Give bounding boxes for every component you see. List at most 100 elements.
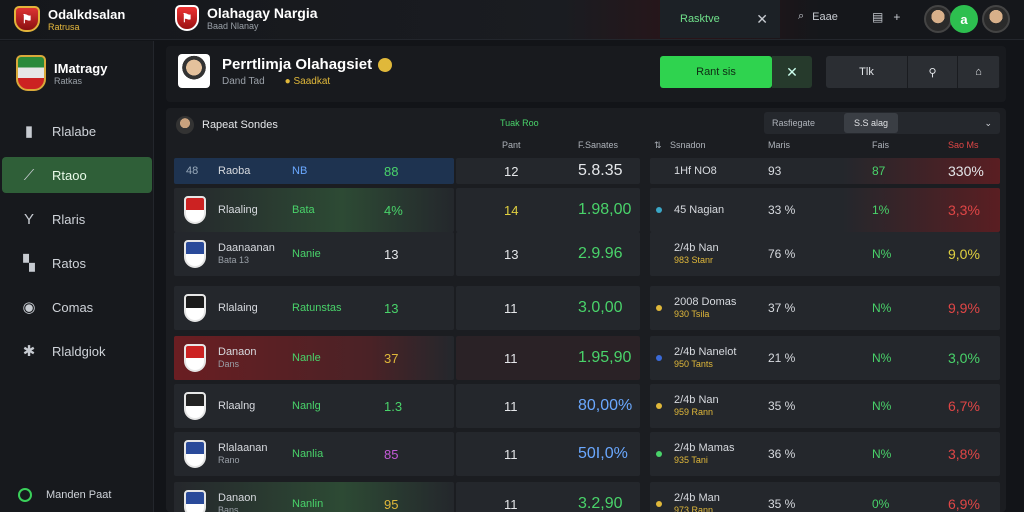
table-row[interactable]: Rlaalng Nanlg 1.3 11 80,00% 2/4b Nan 959 Rann 3… [166,384,1006,428]
row-r-name: 45 Nagian [674,204,725,216]
row-name: Danaon [218,346,257,358]
shirt-icon[interactable]: ⌂ [958,56,1000,88]
player-name: Perrtlimja Olahagsiet [222,56,373,73]
search-label: Eaae [812,10,838,23]
table-row[interactable]: Rlalaing Ratunstas 13 11 3.0,00 2008 Domas 930… [166,286,1006,330]
add-icon[interactable]: + [893,10,900,24]
row-r-pct: 9,9% [948,300,980,316]
owner-avatar [176,116,194,134]
header-pct: Sao Ms [948,140,979,150]
row-r-value: 76 % [768,247,796,261]
sidebar: IMatragy Ratkas ▮ Rlalabe ⟋ Rtaoo Y Rlaris ▚ Ra… [0,41,154,512]
row-value: 3.0,00 [578,299,623,316]
header-r-value: Maris [768,140,790,150]
row-r-value: 35 % [768,497,796,511]
row-value: 2.9.96 [578,245,623,262]
team-sub: Ratkas [54,75,83,86]
primary-action-button[interactable]: Rant sis [660,56,772,88]
row-r-mid: 0% [872,497,890,511]
row-r-pct: 3,8% [948,446,980,462]
table-row[interactable]: Daanaanan Bata 13 Nanie 13 13 2.9.96 2/4b Nan 9… [166,232,1006,276]
team-crest-icon [16,55,46,91]
club-crest-icon [184,490,206,512]
avatar-user[interactable] [982,5,1010,33]
status-dot-icon [656,355,662,361]
sidebar-item-label: Rtaoo [52,167,87,183]
club-crest-icon [184,294,206,322]
row-name: Rlaalng [218,400,256,412]
sidebar-item-label: Ratos [52,255,86,271]
row-value: 80,00% [578,397,633,414]
row-r-sub: 983 Stanr [674,255,714,265]
stats-table: Rapeat Sondes Tuak Roo Rasfiegate S.S al… [166,108,1006,512]
player-title: Perrtlimja Olahagsiet [222,56,393,73]
row-pos: 11 [504,398,518,414]
header-pos: Pant [502,140,521,150]
app-title: Olahagay Nargia [207,5,318,21]
filter-value[interactable]: S.S alag [844,113,899,133]
sidebar-item[interactable]: ▮ Rlalabe [2,113,152,149]
avatar-initial[interactable]: a [950,5,978,33]
club-crest-icon [184,392,206,420]
club-crest-icon: ⚑ [175,5,199,31]
avatar[interactable] [924,5,952,33]
row-number: 48 [186,165,199,177]
header-mid: Fais [872,140,890,150]
sidebar-item-label: Rlalabe [52,123,97,139]
table-row[interactable]: Rlalaanan Rano Nanlia 85 11 50I,0% 2/4b Mamas 9… [166,432,1006,476]
row-value: 50I,0% [578,445,628,462]
search-button[interactable]: ⌕ Eaae [798,10,838,23]
brand-subtitle: Ratrusa [48,21,80,32]
sidebar-nav: ▮ Rlalabe ⟋ Rtaoo Y Rlaris ▚ Ratos ◉ Comas ✱ Rlaldg… [0,113,154,377]
bar-chart-icon: ▮ [24,123,34,140]
row-role: Nanlg [292,400,321,412]
status-dot-icon [656,207,662,213]
row-r-sub: 959 Rann [674,407,714,417]
filter-label: Rasfiegate [772,118,816,128]
brand[interactable]: ⚑ Odalkdsalan Ratrusa [14,6,125,32]
table-row[interactable]: Danaon Bans Nanlin 95 11 3.2,90 2/4b Man 973 Ra… [166,482,1006,512]
row-name: Rlalaanan [218,442,268,454]
sidebar-item[interactable]: ✱ Rlaldgiok [2,333,152,369]
row-r-mid: N% [872,351,892,365]
header-name: Ssnadon [670,140,706,150]
row-r-pct: 330% [948,163,984,179]
row-name: Daanaanan [218,242,275,254]
close-icon[interactable]: ✕ [772,56,812,88]
owner-name: Rapeat Sondes [202,119,278,131]
sort-icon[interactable]: ⇅ [654,140,662,158]
tab-active[interactable]: Rasktve ✕ [660,0,780,38]
row-role: NB [292,165,308,177]
row-r-value: 93 [768,164,782,178]
status-dot-icon [656,451,662,457]
row-r-pct: 9,0% [948,246,980,262]
sidebar-footer[interactable]: Manden Paat [18,488,111,502]
table-row[interactable]: 48 Raoba NB 88 12 5.8.35 1Hf NO8 93 87 330% [166,158,1006,184]
trend-icon: ⟋ [23,166,35,184]
team-card[interactable]: IMatragy Ratkas [16,55,107,91]
share-icon[interactable]: ⚲ [908,56,958,88]
filter-dropdown[interactable]: Rasfiegate S.S alag ⌄ [764,112,1000,134]
sidebar-item[interactable]: ⟋ Rtaoo [2,157,152,193]
row-score: 1.3 [384,398,403,414]
sidebar-item[interactable]: ◉ Comas [2,289,152,325]
sidebar-item[interactable]: Y Rlaris [2,201,152,237]
player-header: Perrtlimja Olahagsiet Dand Tad ● Saadkat… [166,46,1006,102]
sidebar-item[interactable]: ▚ Ratos [2,245,152,281]
header-value: F.Sanates [578,140,619,150]
table-row[interactable]: Danaon Dans Nanle 37 11 1.95,90 2/4b Nanelot 95… [166,336,1006,380]
table-row[interactable]: Rlaaling Bata 4% 14 1.98,00 45 Nagian 33 % 1% 3,… [166,188,1006,232]
document-icon[interactable]: ▤ [872,10,883,24]
row-r-mid: N% [872,447,892,461]
secondary-button[interactable]: Tlk [826,56,908,88]
row-r-name: 2/4b Mamas [674,442,735,454]
pin-icon[interactable]: ✕ [756,11,768,28]
app-subtitle: Baad Nlanay [207,21,259,31]
row-r-mid: 1% [872,203,890,217]
row-sub: Bans [218,505,239,512]
status-dot-icon [656,501,662,507]
club-crest-icon [184,240,206,268]
row-name: Raoba [218,165,251,177]
filter-icon: Y [23,210,34,228]
row-pos: 11 [504,496,518,512]
